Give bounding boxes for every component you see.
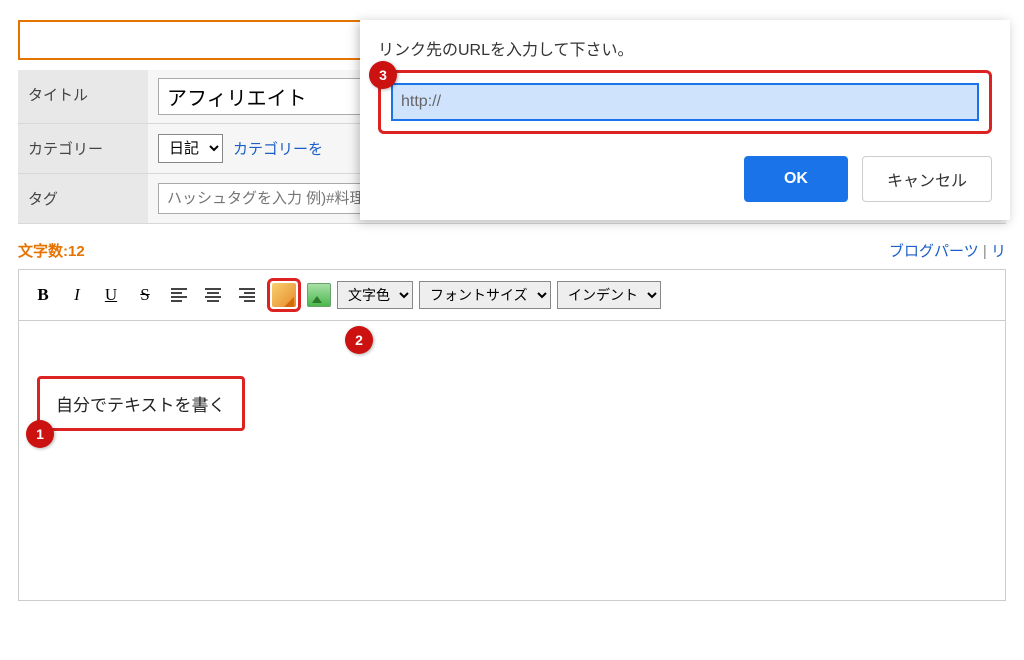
editor-area[interactable]: 自分でテキストを書く xyxy=(18,321,1006,601)
indent-select[interactable]: インデント xyxy=(557,281,661,309)
right-link-2[interactable]: リ xyxy=(991,243,1006,260)
link-icon xyxy=(272,283,296,307)
underline-button[interactable]: U xyxy=(97,282,125,308)
dialog-buttons: OK キャンセル xyxy=(378,156,992,202)
cancel-button[interactable]: キャンセル xyxy=(862,156,992,202)
char-count-label: 文字数: xyxy=(18,243,68,260)
image-icon xyxy=(307,283,331,307)
url-input-highlight: 3 xyxy=(378,70,992,134)
align-left-button[interactable] xyxy=(165,282,193,308)
font-size-select[interactable]: フォントサイズ xyxy=(419,281,551,309)
insert-image-button[interactable] xyxy=(307,283,331,307)
ok-button[interactable]: OK xyxy=(744,156,848,202)
callout-badge-3: 3 xyxy=(369,61,397,89)
right-links: ブログパーツ | リ xyxy=(889,240,1006,261)
label-category: カテゴリー xyxy=(18,124,148,173)
label-tag: タグ xyxy=(18,174,148,223)
category-select[interactable]: 日記 xyxy=(158,134,223,163)
url-input[interactable] xyxy=(391,83,979,121)
align-center-icon xyxy=(205,288,221,302)
dialog-prompt: リンク先のURLを入力して下さい。 xyxy=(378,36,992,60)
align-center-button[interactable] xyxy=(199,282,227,308)
strike-button[interactable]: S xyxy=(131,282,159,308)
align-right-icon xyxy=(239,288,255,302)
italic-button[interactable]: I xyxy=(63,282,91,308)
editor-toolbar: B I U S 文字色 フォントサイズ インデント xyxy=(18,269,1006,321)
link-button-highlight xyxy=(267,278,301,312)
bold-button[interactable]: B xyxy=(29,282,57,308)
text-color-select[interactable]: 文字色 xyxy=(337,281,413,309)
selected-text-highlight: 自分でテキストを書く xyxy=(37,376,245,431)
align-left-icon xyxy=(171,288,187,302)
char-count-value: 12 xyxy=(68,243,85,260)
align-right-button[interactable] xyxy=(233,282,261,308)
label-title: タイトル xyxy=(18,70,148,123)
callout-badge-2: 2 xyxy=(345,326,373,354)
insert-link-button[interactable] xyxy=(272,283,296,307)
char-count-row: 文字数:12 ブログパーツ | リ xyxy=(0,224,1024,269)
link-sep: | xyxy=(979,243,991,260)
category-edit-link[interactable]: カテゴリーを xyxy=(233,138,323,159)
char-count: 文字数:12 xyxy=(18,240,85,261)
link-url-dialog: リンク先のURLを入力して下さい。 3 OK キャンセル xyxy=(360,20,1010,220)
blog-parts-link[interactable]: ブログパーツ xyxy=(889,243,979,260)
callout-badge-1: 1 xyxy=(26,420,54,448)
